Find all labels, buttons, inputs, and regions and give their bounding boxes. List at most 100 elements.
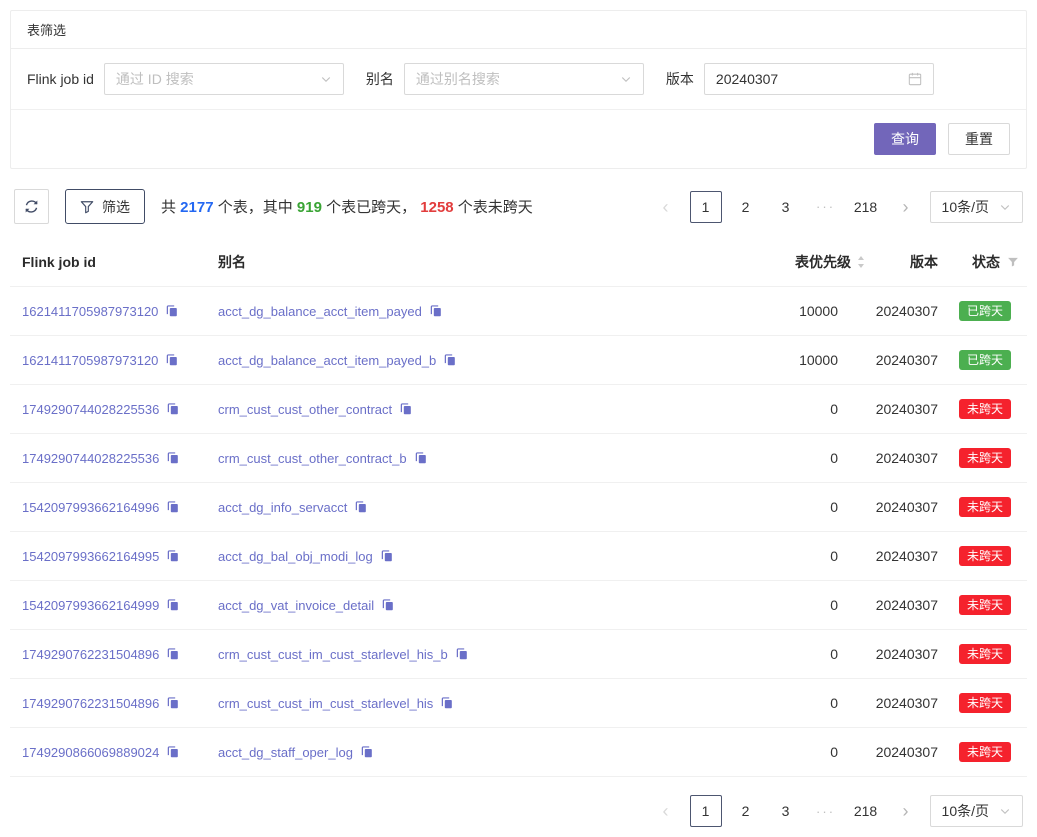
flink-job-id-label: Flink job id: [27, 71, 94, 87]
chevron-down-icon: [320, 73, 332, 85]
job-id-link[interactable]: 1621411705987973120: [22, 353, 158, 368]
version-date-input[interactable]: 20240307: [704, 63, 934, 95]
version-value: 20240307: [716, 71, 778, 87]
copy-icon[interactable]: [165, 353, 179, 367]
alias-link[interactable]: crm_cust_cust_im_cust_starlevel_his_b: [218, 647, 448, 662]
job-id-link[interactable]: 1749290762231504896: [22, 647, 159, 662]
job-id-link[interactable]: 1749290762231504896: [22, 696, 159, 711]
summary-suffix: 个表未跨天: [454, 199, 533, 216]
query-button[interactable]: 查询: [874, 123, 936, 155]
flink-job-id-select[interactable]: 通过 ID 搜索: [104, 63, 344, 95]
copy-icon[interactable]: [166, 598, 180, 612]
job-id-link[interactable]: 1749290744028225536: [22, 451, 159, 466]
alias-link[interactable]: acct_dg_vat_invoice_detail: [218, 598, 374, 613]
alias-link[interactable]: crm_cust_cust_im_cust_starlevel_his: [218, 696, 433, 711]
page-button-3[interactable]: 3: [770, 795, 802, 827]
page-size-select[interactable]: 10条/页: [930, 191, 1023, 223]
copy-icon[interactable]: [380, 549, 394, 563]
copy-icon[interactable]: [399, 402, 413, 416]
copy-icon[interactable]: [166, 549, 180, 563]
job-id-cell: 1749290744028225536: [22, 451, 218, 466]
column-flink-job-id: Flink job id: [22, 254, 218, 270]
sort-icon[interactable]: [856, 255, 866, 269]
version-cell: 20240307: [866, 744, 938, 760]
copy-icon[interactable]: [440, 696, 454, 710]
pagination-bottom: ‹ 1 2 3 ··· 218 › 10条/页: [650, 795, 1023, 827]
page-button-2[interactable]: 2: [730, 191, 762, 223]
status-badge: 未跨天: [959, 595, 1011, 615]
table-row: 1542097993662164999 acct_dg_vat_invoice_…: [10, 581, 1027, 630]
table-header: Flink job id 别名 表优先级 版本 状态: [10, 238, 1027, 287]
copy-icon[interactable]: [166, 451, 180, 465]
job-id-link[interactable]: 1542097993662164995: [22, 549, 159, 564]
alias-link[interactable]: acct_dg_info_servacct: [218, 500, 347, 515]
summary-prefix: 共: [161, 199, 180, 216]
alias-link[interactable]: crm_cust_cust_other_contract: [218, 402, 392, 417]
alias-label: 别名: [366, 69, 394, 89]
copy-icon[interactable]: [360, 745, 374, 759]
job-id-link[interactable]: 1621411705987973120: [22, 304, 158, 319]
copy-icon[interactable]: [166, 402, 180, 416]
next-page-button[interactable]: ›: [890, 191, 922, 223]
table-row: 1542097993662164995 acct_dg_bal_obj_modi…: [10, 532, 1027, 581]
page-button-last[interactable]: 218: [850, 191, 882, 223]
prev-page-button[interactable]: ‹: [650, 795, 682, 827]
copy-icon[interactable]: [166, 647, 180, 661]
job-id-cell: 1621411705987973120: [22, 304, 218, 319]
crossed-count: 919: [297, 199, 322, 216]
prev-page-button[interactable]: ‹: [650, 191, 682, 223]
job-id-link[interactable]: 1749290744028225536: [22, 402, 159, 417]
page-button-1[interactable]: 1: [690, 191, 722, 223]
page-button-1[interactable]: 1: [690, 795, 722, 827]
funnel-icon: [80, 200, 94, 214]
pagination-ellipsis[interactable]: ···: [810, 795, 842, 827]
field-alias: 别名 通过别名搜索: [366, 63, 644, 95]
copy-icon[interactable]: [429, 304, 443, 318]
alias-link[interactable]: acct_dg_bal_obj_modi_log: [218, 549, 373, 564]
copy-icon[interactable]: [166, 745, 180, 759]
toolbar: 筛选 共 2177 个表，其中 919 个表已跨天， 1258 个表未跨天 ‹ …: [14, 189, 1023, 224]
copy-icon[interactable]: [166, 500, 180, 514]
status-badge: 已跨天: [959, 350, 1011, 370]
alias-cell: acct_dg_info_servacct: [218, 500, 706, 515]
job-id-cell: 1749290744028225536: [22, 402, 218, 417]
copy-icon[interactable]: [414, 451, 428, 465]
bottom-row: ‹ 1 2 3 ··· 218 › 10条/页: [14, 795, 1023, 827]
copy-icon[interactable]: [443, 353, 457, 367]
copy-icon[interactable]: [165, 304, 179, 318]
alias-link[interactable]: acct_dg_staff_oper_log: [218, 745, 353, 760]
copy-icon[interactable]: [166, 696, 180, 710]
alias-link[interactable]: acct_dg_balance_acct_item_payed_b: [218, 353, 436, 368]
refresh-button[interactable]: [14, 189, 49, 224]
pagination-ellipsis[interactable]: ···: [810, 191, 842, 223]
copy-icon[interactable]: [354, 500, 368, 514]
alias-select[interactable]: 通过别名搜索: [404, 63, 644, 95]
page-size-select[interactable]: 10条/页: [930, 795, 1023, 827]
copy-icon[interactable]: [455, 647, 469, 661]
priority-cell: 0: [706, 695, 866, 711]
filter-button[interactable]: 筛选: [65, 189, 145, 224]
priority-cell: 0: [706, 744, 866, 760]
column-priority[interactable]: 表优先级: [706, 252, 866, 272]
toolbar-left: 筛选 共 2177 个表，其中 919 个表已跨天， 1258 个表未跨天: [14, 189, 533, 224]
reset-button[interactable]: 重置: [948, 123, 1010, 155]
version-label: 版本: [666, 69, 694, 89]
job-id-cell: 1542097993662164995: [22, 549, 218, 564]
filter-panel-title: 表筛选: [11, 11, 1026, 49]
job-id-link[interactable]: 1542097993662164999: [22, 598, 159, 613]
copy-icon[interactable]: [381, 598, 395, 612]
table-row: 1621411705987973120 acct_dg_balance_acct…: [10, 287, 1027, 336]
next-page-button[interactable]: ›: [890, 795, 922, 827]
table-row: 1749290762231504896 crm_cust_cust_im_cus…: [10, 679, 1027, 728]
column-filter-icon[interactable]: [1007, 256, 1019, 268]
alias-link[interactable]: acct_dg_balance_acct_item_payed: [218, 304, 422, 319]
version-cell: 20240307: [866, 499, 938, 515]
status-cell: 未跨天: [938, 448, 1019, 468]
page-button-last[interactable]: 218: [850, 795, 882, 827]
job-id-link[interactable]: 1542097993662164996: [22, 500, 159, 515]
page-button-3[interactable]: 3: [770, 191, 802, 223]
status-cell: 未跨天: [938, 595, 1019, 615]
page-button-2[interactable]: 2: [730, 795, 762, 827]
alias-link[interactable]: crm_cust_cust_other_contract_b: [218, 451, 407, 466]
job-id-link[interactable]: 1749290866069889024: [22, 745, 159, 760]
